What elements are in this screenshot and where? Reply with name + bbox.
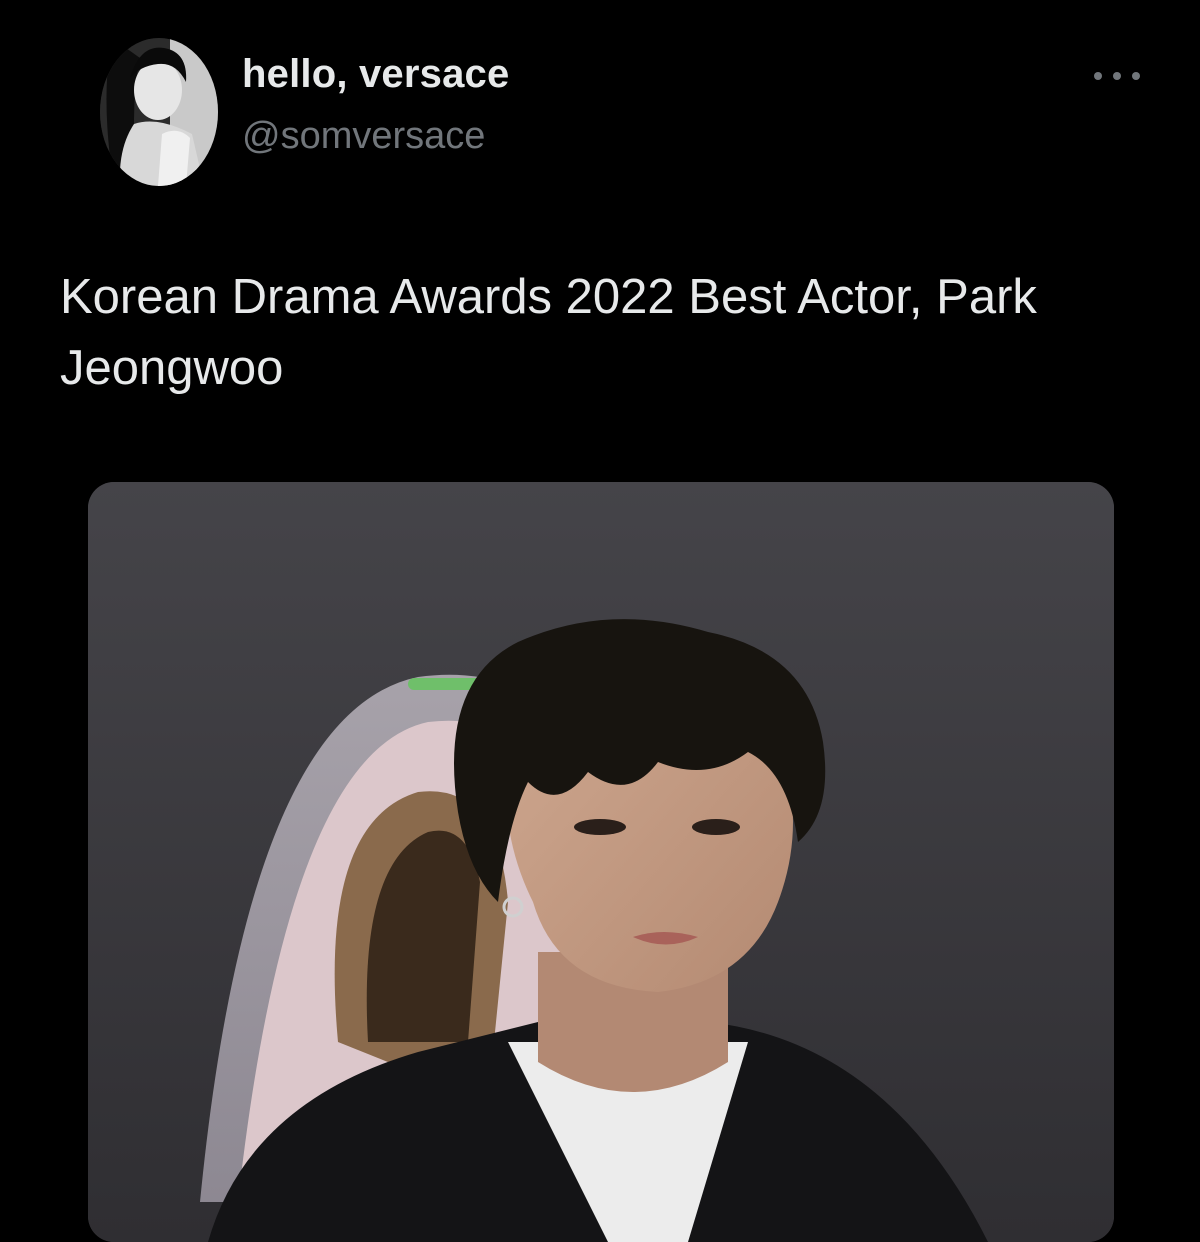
tweet-media-photo[interactable] — [88, 482, 1114, 1242]
author-handle[interactable]: @somversace — [242, 115, 485, 158]
author-avatar[interactable] — [100, 38, 218, 186]
tweet: hello, versace @somversace Korean Drama … — [0, 0, 1200, 1242]
tweet-text: Korean Drama Awards 2022 Best Actor, Par… — [60, 270, 1037, 395]
more-options-button[interactable] — [1094, 62, 1140, 90]
more-horizontal-icon — [1113, 72, 1121, 80]
author-display-name[interactable]: hello, versace — [242, 52, 509, 97]
more-horizontal-icon — [1094, 72, 1102, 80]
more-horizontal-icon — [1132, 72, 1140, 80]
